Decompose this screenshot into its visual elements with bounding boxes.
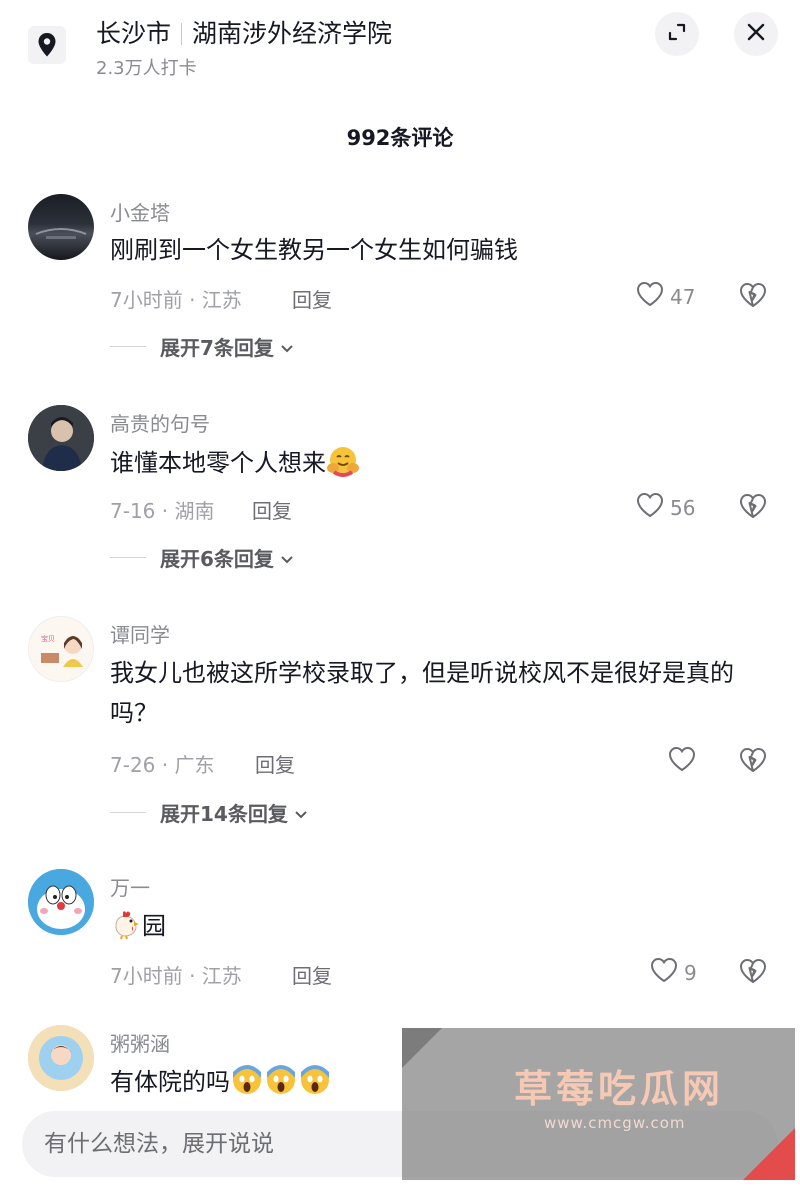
close-icon: [746, 22, 766, 46]
chevron-down-icon: [280, 335, 294, 359]
divider-line: [110, 346, 146, 347]
comment-text: 我女儿也被这所学校录取了，但是听说校风不是很好是真的吗？: [110, 659, 734, 727]
dislike-button[interactable]: [738, 746, 768, 778]
place-label: 湖南涉外经济学院: [192, 19, 393, 48]
comment-author[interactable]: 高贵的句号: [110, 408, 210, 437]
comment-author[interactable]: 小金塔: [110, 197, 170, 226]
broken-heart-icon: [738, 958, 768, 989]
expand-replies[interactable]: 展开7条回复: [110, 332, 294, 361]
comment-author[interactable]: 万一: [110, 872, 150, 901]
like-button[interactable]: 56: [636, 492, 695, 523]
scream-face-emoji: [230, 1064, 264, 1108]
comment-count-title: 992条评论: [346, 126, 454, 150]
comment-meta: 7-26 · 广东: [110, 753, 215, 777]
comment-text-content: 园: [142, 912, 166, 940]
comment-author[interactable]: 谭同学: [110, 619, 170, 648]
chevron-down-icon: [280, 546, 294, 570]
heart-icon: [636, 281, 664, 312]
svg-text:宝贝: 宝贝: [41, 634, 55, 643]
like-count: 56: [670, 495, 696, 520]
checkin-count: 2.3万人打卡: [96, 58, 197, 79]
scream-face-emoji: [298, 1064, 332, 1108]
like-count: 9: [684, 960, 697, 985]
comment-text: 园: [110, 906, 760, 952]
like-count: 47: [670, 284, 696, 309]
reply-button[interactable]: 回复: [252, 495, 292, 524]
avatar[interactable]: [28, 194, 94, 260]
comment-meta: 7小时前 · 江苏: [110, 288, 242, 312]
broken-heart-icon: [738, 493, 768, 524]
chicken-emoji: [110, 908, 142, 952]
broken-heart-icon: [738, 282, 768, 313]
comment-meta: 7-16 · 湖南: [110, 499, 215, 523]
avatar[interactable]: [28, 1025, 94, 1091]
watermark-triangle: [743, 1128, 795, 1180]
location-pin-icon[interactable]: [28, 26, 66, 64]
hugging-face-emoji: [326, 445, 360, 489]
chevron-down-icon: [294, 801, 308, 825]
reply-button[interactable]: 回复: [292, 284, 332, 313]
heart-icon: [668, 746, 696, 777]
reply-button[interactable]: 回复: [292, 960, 332, 989]
location-header: 长沙市 湖南涉外经济学院 2.3万人打卡: [0, 0, 800, 95]
avatar[interactable]: [28, 869, 94, 935]
comment-text-content: 谁懂本地零个人想来: [110, 449, 326, 477]
comment-text: 刚刷到一个女生教另一个女生如何骗钱: [110, 236, 518, 264]
watermark-title: 草莓吃瓜网: [514, 1067, 725, 1111]
like-button[interactable]: [668, 746, 696, 777]
watermark-corner: [402, 1028, 442, 1068]
avatar[interactable]: [28, 405, 94, 471]
like-button[interactable]: 47: [636, 281, 695, 312]
broken-heart-icon: [738, 747, 768, 778]
watermark-url: www.cmcgw.com: [544, 1114, 686, 1132]
location-title[interactable]: 长沙市 湖南涉外经济学院: [96, 14, 392, 50]
expand-replies[interactable]: 展开6条回复: [110, 543, 294, 572]
expand-icon: [667, 22, 687, 46]
heart-icon: [636, 492, 664, 523]
expand-replies-label: 展开14条回复: [160, 802, 288, 826]
expand-replies-label: 展开6条回复: [160, 547, 274, 571]
heart-icon: [650, 957, 678, 988]
dislike-button[interactable]: [738, 281, 768, 313]
like-button[interactable]: 9: [650, 957, 697, 988]
comment-text-content: 有体院的吗: [110, 1068, 230, 1096]
title-divider: [181, 23, 183, 45]
divider-line: [110, 557, 146, 558]
dislike-button[interactable]: [738, 492, 768, 524]
avatar[interactable]: 宝贝: [28, 616, 94, 682]
comment-meta: 7小时前 · 江苏: [110, 964, 242, 988]
watermark: 草莓吃瓜网 www.cmcgw.com: [402, 1028, 795, 1180]
comment-author[interactable]: 粥粥涵: [110, 1028, 170, 1057]
scream-face-emoji: [264, 1064, 298, 1108]
city-label: 长沙市: [96, 19, 172, 48]
expand-button[interactable]: [655, 12, 699, 56]
divider-line: [110, 812, 146, 813]
expand-replies[interactable]: 展开14条回复: [110, 798, 308, 827]
close-button[interactable]: [734, 12, 778, 56]
comment-text: 谁懂本地零个人想来: [110, 443, 760, 489]
reply-button[interactable]: 回复: [255, 749, 295, 778]
dislike-button[interactable]: [738, 957, 768, 989]
expand-replies-label: 展开7条回复: [160, 336, 274, 360]
